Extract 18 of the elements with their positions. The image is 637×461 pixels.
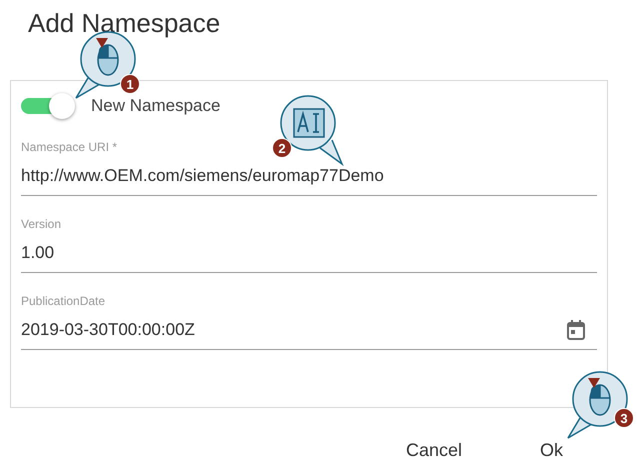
step-badge: 3 (614, 408, 634, 428)
step-badge: 1 (120, 74, 140, 94)
cancel-button[interactable]: Cancel (398, 433, 470, 461)
input-field[interactable]: http://www.OEM.com/siemens/euromap77Demo (21, 162, 597, 188)
date-field[interactable]: 2019-03-30T00:00:00Z (21, 316, 565, 342)
toggle-label: New Namespace (91, 95, 220, 118)
step-badge: 2 (272, 138, 292, 158)
calendar-icon[interactable] (565, 318, 587, 340)
ok-button[interactable]: Ok (532, 433, 571, 461)
input-field[interactable]: 1.00 (21, 240, 597, 266)
field-label: PublicationDate (21, 293, 106, 310)
text-cursor-icon (293, 108, 325, 138)
dialog-title: Add Namespace (28, 7, 222, 40)
field-label: Version (21, 216, 62, 233)
mouse-icon (588, 378, 611, 416)
mouse-icon (96, 38, 119, 76)
toggle-switch[interactable] (21, 93, 77, 119)
field-label: Namespace URI * (21, 139, 118, 156)
